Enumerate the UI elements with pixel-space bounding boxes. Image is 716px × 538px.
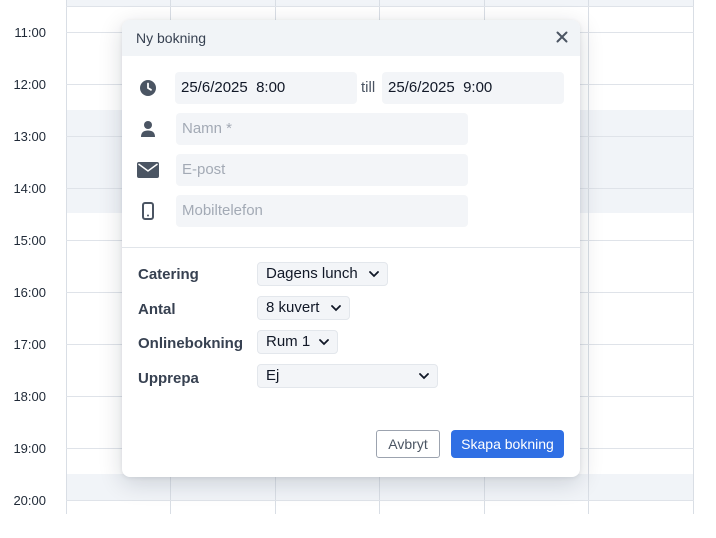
time-label: 12:00 — [13, 77, 46, 92]
phone-input[interactable]: Mobiltelefon — [176, 195, 468, 227]
time-label: 14:00 — [13, 181, 46, 196]
catering-select[interactable]: Dagens lunch — [257, 262, 388, 286]
chevron-down-icon — [331, 304, 341, 312]
clock-icon — [137, 77, 159, 99]
dialog-title: Ny bokning — [136, 30, 207, 46]
onlinebokning-value: Rum 1 — [266, 333, 311, 350]
section-divider — [122, 247, 580, 248]
time-label: 19:00 — [13, 441, 46, 456]
time-label: 20:00 — [13, 493, 46, 508]
time-label: 16:00 — [13, 285, 46, 300]
onlinebokning-label: Onlinebokning — [138, 335, 243, 352]
upprepa-select[interactable]: Ej — [257, 364, 438, 388]
time-label: 18:00 — [13, 389, 46, 404]
time-label: 11:00 — [14, 25, 46, 40]
name-input[interactable]: Namn * — [176, 113, 468, 145]
day-column-divider — [693, 0, 694, 514]
chevron-down-icon — [369, 270, 379, 278]
day-column-divider — [66, 0, 67, 514]
till-label: till — [361, 79, 376, 96]
end-datetime-input[interactable]: 25/6/2025 9:00 — [382, 72, 564, 104]
mobile-phone-icon — [137, 200, 159, 222]
cancel-button[interactable]: Avbryt — [376, 430, 440, 458]
antal-select[interactable]: 8 kuvert — [257, 296, 350, 320]
hour-line — [66, 6, 694, 7]
hour-line — [66, 500, 694, 501]
catering-value: Dagens lunch — [266, 265, 358, 282]
antal-value: 8 kuvert — [266, 299, 320, 316]
catering-label: Catering — [138, 266, 199, 283]
email-input[interactable]: E-post — [176, 154, 468, 186]
start-datetime-input[interactable]: 25/6/2025 8:00 — [175, 72, 357, 104]
upprepa-value: Ej — [266, 367, 280, 384]
close-icon[interactable] — [553, 28, 571, 46]
create-booking-button[interactable]: Skapa bokning — [451, 430, 564, 458]
onlinebokning-select[interactable]: Rum 1 — [257, 330, 338, 354]
dialog-header: Ny bokning — [122, 20, 580, 56]
booked-slot[interactable] — [66, 474, 694, 500]
time-label: 13:00 — [13, 129, 46, 144]
person-icon — [137, 118, 159, 140]
antal-label: Antal — [138, 301, 176, 318]
chevron-down-icon — [419, 372, 429, 380]
envelope-icon — [137, 159, 159, 181]
day-column-divider — [588, 0, 589, 514]
new-booking-dialog: Ny bokning 25/6/2025 8:00 till 25/6/2025… — [122, 20, 580, 477]
chevron-down-icon — [319, 338, 329, 346]
time-label: 15:00 — [13, 233, 46, 248]
time-label: 17:00 — [13, 337, 46, 352]
upprepa-label: Upprepa — [138, 370, 199, 387]
